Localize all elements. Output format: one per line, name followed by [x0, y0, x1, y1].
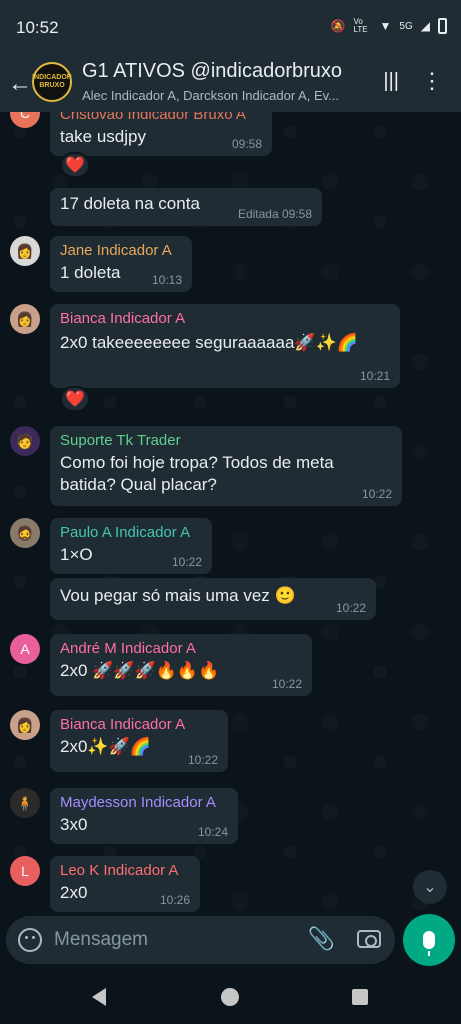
avatar[interactable]: L	[10, 856, 40, 886]
emoji-icon[interactable]	[18, 928, 42, 952]
status-bar: 10:52 🔕 Vo LTE ▼ 5G ◢	[0, 0, 461, 56]
mute-icon: 🔕	[330, 19, 346, 33]
message-list[interactable]: C Cristóvão Indicador Bruxo A take usdjp…	[0, 112, 461, 912]
sender-name: Maydesson Indicador A	[60, 794, 216, 811]
sender-name: Paulo A Indicador A	[60, 524, 191, 541]
message-time: 09:58	[231, 137, 262, 151]
message-bubble[interactable]: Paulo A Indicador A 1×O 10:22	[50, 518, 212, 574]
message-bubble[interactable]: Leo K Indicador A 2x0 10:26	[50, 856, 200, 912]
avatar[interactable]: 👩	[10, 710, 40, 740]
chat-header: ← INDICADOR BRUXO G1 ATIVOS @indicadorbr…	[0, 56, 461, 112]
avatar[interactable]: 🧔	[10, 518, 40, 548]
mic-icon	[423, 931, 435, 956]
battery-icon	[438, 18, 447, 34]
scroll-down-icon[interactable]: ⌄	[413, 870, 447, 904]
message-time: Editada 09:58	[237, 207, 312, 221]
avatar[interactable]: A	[10, 634, 40, 664]
avatar-initial: C	[19, 112, 31, 121]
status-icons: 🔕 Vo LTE ▼ 5G ◢	[331, 18, 447, 34]
message-bubble[interactable]: Maydesson Indicador A 3x0 10:24	[50, 788, 238, 844]
signal-icon: ◢	[420, 19, 430, 33]
message-bubble[interactable]: André M Indicador A 2x0 🚀🚀🚀🔥🔥🔥 10:22	[50, 634, 312, 696]
avatar[interactable]: 👩	[10, 304, 40, 334]
message-text: 2x0 takeeeeeeee seguraaaaaa🚀✨🌈	[60, 333, 358, 352]
sender-name: Cristóvão Indicador Bruxo A	[60, 112, 246, 123]
message-composer[interactable]: Mensagem 📎	[6, 916, 395, 964]
message-bubble[interactable]: Suporte Tk Trader Como foi hoje tropa? T…	[50, 426, 402, 506]
avatar-initial: L	[21, 863, 29, 879]
message-input[interactable]: Mensagem	[54, 929, 148, 951]
sender-name: André M Indicador A	[60, 640, 196, 657]
message-text: batida? Qual placar?	[60, 475, 217, 494]
sender-name: Suporte Tk Trader	[60, 432, 181, 449]
avatar[interactable]: 🧑	[10, 426, 40, 456]
sender-name: Bianca Indicador A	[60, 310, 186, 327]
message-bubble[interactable]: Cristóvão Indicador Bruxo A take usdjpy …	[50, 112, 272, 156]
avatar-initial: A	[20, 641, 30, 657]
chat-members[interactable]: Alec Indicador A, Darckson Indicador A, …	[82, 88, 372, 103]
message-time: 10:26	[159, 893, 190, 907]
nav-home-icon[interactable]	[221, 988, 239, 1006]
heart-reaction-icon[interactable]: ❤️	[60, 386, 90, 412]
message-bubble[interactable]: 17 doleta na conta Editada 09:58	[50, 188, 322, 226]
message-bubble[interactable]: Bianca Indicador A 2x0 takeeeeeeee segur…	[50, 304, 400, 388]
avatar[interactable]: 🧍	[10, 788, 40, 818]
back-arrow-icon[interactable]: ←	[8, 70, 32, 98]
message-bubble[interactable]: Jane Indicador A 1 doleta 10:13	[50, 236, 192, 292]
heart-reaction-icon[interactable]: ❤️	[60, 152, 90, 178]
message-time: 10:22	[171, 555, 202, 569]
message-time: 10:22	[335, 601, 366, 615]
sender-name: Leo K Indicador A	[60, 862, 179, 879]
nav-recents-icon[interactable]	[352, 989, 368, 1005]
nav-back-icon[interactable]	[92, 988, 106, 1006]
sender-name: Jane Indicador A	[60, 242, 172, 259]
message-time: 10:21	[359, 369, 390, 383]
mic-button[interactable]	[403, 914, 455, 966]
message-time: 10:13	[151, 273, 182, 287]
avatar[interactable]: 👩	[10, 236, 40, 266]
message-bubble[interactable]: Bianca Indicador A 2x0✨🚀🌈 10:22	[50, 710, 228, 772]
group-avatar-text: INDICADOR BRUXO	[32, 74, 72, 89]
avatar[interactable]: C	[10, 112, 40, 128]
attach-icon[interactable]: 📎	[308, 926, 335, 952]
status-time: 10:52	[16, 18, 59, 37]
message-text: 2x0 🚀🚀🚀🔥🔥🔥	[60, 661, 220, 680]
sender-name: Bianca Indicador A	[60, 716, 186, 733]
message-text: Vou pegar só mais uma vez 🙂	[60, 586, 296, 605]
message-time: 10:22	[187, 753, 218, 767]
chat-title[interactable]: G1 ATIVOS @indicadorbruxo	[82, 60, 342, 83]
camera-icon[interactable]	[357, 930, 381, 948]
more-options-icon[interactable]: ⋮	[421, 68, 443, 94]
voice-chat-icon[interactable]: |||	[383, 70, 399, 93]
volte-icon: Vo LTE	[353, 17, 368, 34]
message-bubble[interactable]: Vou pegar só mais uma vez 🙂 10:22	[50, 578, 376, 620]
message-text: Como foi hoje tropa? Todos de meta	[60, 453, 334, 472]
group-avatar[interactable]: INDICADOR BRUXO	[32, 62, 72, 102]
message-time: 10:22	[271, 677, 302, 691]
message-time: 10:22	[361, 487, 392, 501]
message-time: 10:24	[197, 825, 228, 839]
5g-icon: 5G	[399, 20, 413, 32]
wifi-icon: ▼	[379, 19, 392, 33]
system-nav-bar	[0, 972, 461, 1024]
